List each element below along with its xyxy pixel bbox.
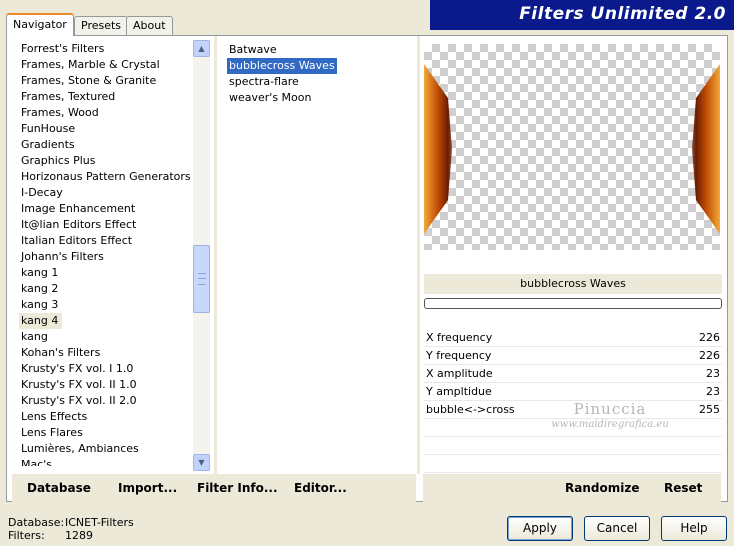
database-value: ICNET-Filters xyxy=(65,516,134,529)
list-item[interactable]: FunHouse xyxy=(19,121,197,137)
list-item[interactable]: Horizonaus Pattern Generators xyxy=(19,169,197,185)
preview-filter-name: bubblecross Waves xyxy=(424,274,722,294)
tab-presets[interactable]: Presets xyxy=(74,16,129,35)
list-item[interactable]: kang 2 xyxy=(19,281,197,297)
empty-parameter-row xyxy=(424,419,722,437)
filters-count: 1289 xyxy=(65,529,93,542)
filter-info-button[interactable]: Filter Info... xyxy=(197,481,278,495)
parameter-row[interactable]: bubble<->cross 255 xyxy=(424,401,722,419)
list-item[interactable]: weaver's Moon xyxy=(227,90,313,106)
list-item[interactable]: Lens Effects xyxy=(19,409,197,425)
parameter-value[interactable]: 23 xyxy=(706,365,720,383)
title-banner: Filters Unlimited 2.0 xyxy=(430,0,734,30)
list-item[interactable]: Gradients xyxy=(19,137,197,153)
filter-preview xyxy=(424,44,720,250)
list-item[interactable]: Johann's Filters xyxy=(19,249,197,265)
parameter-label: Y ampltidue xyxy=(426,385,492,398)
list-item[interactable]: spectra-flare xyxy=(227,74,301,90)
list-item[interactable]: Graphics Plus xyxy=(19,153,197,169)
parameter-label: X amplitude xyxy=(426,367,493,380)
status-area: Database: ICNET-Filters Filters: 1289 xyxy=(8,516,208,542)
reset-button[interactable]: Reset xyxy=(664,481,702,495)
list-item[interactable]: Lumières, Ambiances xyxy=(19,441,197,457)
import-button[interactable]: Import... xyxy=(118,481,177,495)
parameter-list: X frequency 226 Y frequency 226 X amplitude 2… xyxy=(424,329,722,473)
list-item[interactable]: Frames, Stone & Granite xyxy=(19,73,197,89)
category-list[interactable]: Forrest's Filters Frames, Marble & Crysta… xyxy=(19,41,197,466)
parameter-value[interactable]: 255 xyxy=(699,401,720,419)
app-title: Filters Unlimited 2.0 xyxy=(519,4,726,24)
scroll-down-button[interactable]: ▼ xyxy=(193,454,210,471)
parameter-value[interactable]: 226 xyxy=(699,329,720,347)
scroll-up-button[interactable]: ▲ xyxy=(193,40,210,57)
list-item[interactable]: Image Enhancement xyxy=(19,201,197,217)
tab-about[interactable]: About xyxy=(126,16,173,35)
parameter-value[interactable]: 23 xyxy=(706,383,720,401)
preview-image-right xyxy=(692,64,720,234)
editor-button[interactable]: Editor... xyxy=(294,481,347,495)
list-item[interactable]: Frames, Marble & Crystal xyxy=(19,57,197,73)
list-item[interactable]: Mac's xyxy=(19,457,197,466)
list-item[interactable]: I-Decay xyxy=(19,185,197,201)
parameter-row[interactable]: Y frequency 226 xyxy=(424,347,722,365)
list-item[interactable]: Batwave xyxy=(227,42,279,58)
divider xyxy=(417,36,420,474)
list-item[interactable]: Forrest's Filters xyxy=(19,41,197,57)
list-item[interactable]: Frames, Textured xyxy=(19,89,197,105)
preview-image-left xyxy=(424,64,452,234)
scrollbar-thumb[interactable] xyxy=(193,245,210,313)
tab-navigator[interactable]: Navigator xyxy=(6,13,74,36)
database-toolbar: Database Import... Filter Info... Editor… xyxy=(12,474,416,502)
chevron-up-icon: ▲ xyxy=(198,44,205,53)
parameter-label: bubble<->cross xyxy=(426,403,515,416)
grip-icon xyxy=(198,273,206,285)
parameter-value[interactable]: 226 xyxy=(699,347,720,365)
list-item[interactable]: kang 4 xyxy=(19,313,63,329)
list-item[interactable]: Kohan's Filters xyxy=(19,345,197,361)
parameter-row[interactable]: Y ampltidue 23 xyxy=(424,383,722,401)
list-item[interactable]: kang 3 xyxy=(19,297,197,313)
filters-label: Filters: xyxy=(8,529,45,542)
chevron-down-icon: ▼ xyxy=(198,458,205,467)
list-item[interactable]: Lens Flares xyxy=(19,425,197,441)
cancel-button[interactable]: Cancel xyxy=(584,516,650,541)
parameter-label: Y frequency xyxy=(426,349,492,362)
database-label: Database: xyxy=(8,516,65,529)
list-item[interactable]: kang xyxy=(19,329,197,345)
database-button[interactable]: Database xyxy=(27,481,91,495)
category-scrollbar[interactable]: ▲ ▼ xyxy=(193,40,210,471)
bottom-toolbar: Database Import... Filter Info... Editor… xyxy=(6,474,728,502)
randomize-button[interactable]: Randomize xyxy=(565,481,639,495)
parameter-row[interactable]: X amplitude 23 xyxy=(424,365,722,383)
parameter-label: X frequency xyxy=(426,331,493,344)
progress-bar xyxy=(424,298,722,309)
list-item[interactable]: Frames, Wood xyxy=(19,105,197,121)
list-item[interactable]: Italian Editors Effect xyxy=(19,233,197,249)
help-button[interactable]: Help xyxy=(661,516,727,541)
list-item[interactable]: It@lian Editors Effect xyxy=(19,217,197,233)
apply-button[interactable]: Apply xyxy=(507,516,573,541)
list-item[interactable]: kang 1 xyxy=(19,265,197,281)
filter-list[interactable]: Batwave bubblecross Waves spectra-flare wea… xyxy=(227,42,417,106)
list-item[interactable]: Krusty's FX vol. II 1.0 xyxy=(19,377,197,393)
empty-parameter-row xyxy=(424,455,722,473)
params-toolbar: Randomize Reset xyxy=(423,474,721,502)
list-item[interactable]: Krusty's FX vol. II 2.0 xyxy=(19,393,197,409)
list-item[interactable]: Krusty's FX vol. I 1.0 xyxy=(19,361,197,377)
parameter-row[interactable]: X frequency 226 xyxy=(424,329,722,347)
empty-parameter-row xyxy=(424,437,722,455)
list-item[interactable]: bubblecross Waves xyxy=(227,58,337,74)
navigator-panel: Forrest's Filters Frames, Marble & Crysta… xyxy=(6,35,728,502)
divider xyxy=(214,36,217,474)
